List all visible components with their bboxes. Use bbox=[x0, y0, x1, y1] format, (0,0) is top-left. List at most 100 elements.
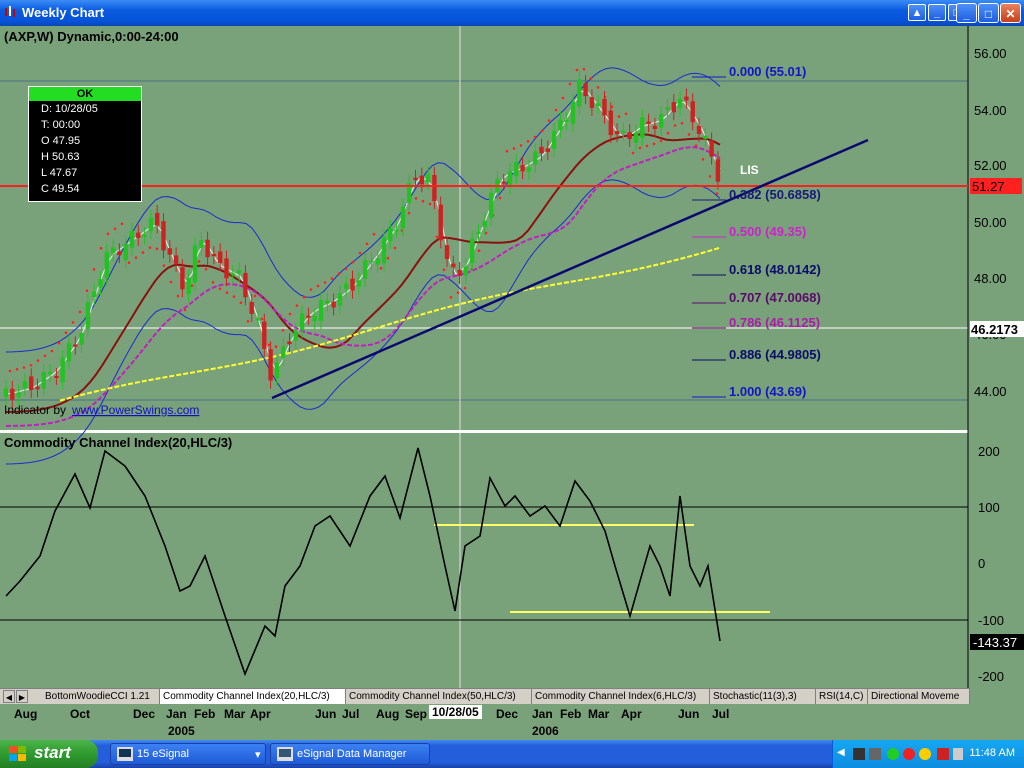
tray-app-icon[interactable] bbox=[853, 748, 865, 760]
candle-body bbox=[117, 251, 122, 256]
tab-cci-20[interactable]: Commodity Channel Index(20,HLC/3) bbox=[160, 689, 346, 704]
cci-line bbox=[5, 447, 721, 677]
tab-scroll-left-button[interactable]: ◀ bbox=[3, 690, 15, 703]
tray-icons[interactable] bbox=[853, 746, 963, 762]
candle-body bbox=[533, 151, 538, 165]
parabolic-sar-dot bbox=[358, 251, 362, 255]
fib-level-label: 0.618 (48.0142) bbox=[729, 262, 821, 277]
tab-cci-6[interactable]: Commodity Channel Index(6,HLC/3) bbox=[532, 689, 710, 704]
candle-body bbox=[444, 245, 450, 260]
minimize-button[interactable]: _ bbox=[956, 3, 977, 23]
parabolic-sar-dot bbox=[64, 331, 68, 335]
parabolic-sar-dot bbox=[36, 359, 40, 362]
fib-level-label: 0.886 (44.9805) bbox=[729, 347, 821, 362]
tray-app-icon[interactable] bbox=[953, 748, 963, 760]
candle-body bbox=[520, 165, 525, 172]
tray-app-icon[interactable] bbox=[869, 748, 881, 760]
tab-stochastic[interactable]: Stochastic(11(3),3) bbox=[710, 689, 816, 704]
parabolic-sar-dot bbox=[29, 364, 33, 367]
candle-body bbox=[104, 251, 109, 278]
candle-body bbox=[640, 117, 645, 138]
x-label: Aug bbox=[14, 707, 38, 721]
inner-minimize-button[interactable]: _ bbox=[928, 4, 946, 21]
panel-separator bbox=[0, 430, 968, 433]
parabolic-sar-dot bbox=[386, 256, 390, 260]
x-label: Dec bbox=[496, 707, 519, 721]
tray-app-icon[interactable] bbox=[887, 748, 899, 760]
price-chart-area[interactable]: 0.000 (55.01) 0.382 (50.6858) 0.500 (49.35… bbox=[0, 26, 1024, 688]
price-axis-label: 50.00 bbox=[974, 215, 1007, 230]
start-button[interactable]: start bbox=[0, 740, 98, 768]
candle-body bbox=[218, 251, 223, 264]
cci-axis-label: 0 bbox=[978, 556, 985, 571]
parabolic-sar-dot bbox=[463, 286, 467, 290]
tray-app-icon[interactable] bbox=[937, 748, 949, 760]
candle-body bbox=[614, 131, 620, 135]
windows-logo-icon bbox=[9, 746, 26, 761]
candle-body bbox=[596, 103, 601, 106]
x-label: Jun bbox=[678, 707, 700, 721]
candle-body bbox=[684, 96, 689, 101]
task-data-manager[interactable]: eSignal Data Manager bbox=[270, 743, 430, 765]
parabolic-sar-dot bbox=[281, 329, 285, 332]
candle-body bbox=[652, 125, 658, 130]
candle-body bbox=[476, 231, 481, 234]
tab-scroll-right-button[interactable]: ▶ bbox=[16, 690, 28, 703]
parabolic-sar-dot bbox=[162, 264, 166, 267]
maximize-button[interactable]: □ bbox=[978, 3, 999, 23]
tray-app-icon[interactable] bbox=[903, 748, 915, 760]
candle-body bbox=[180, 267, 185, 290]
candle-body bbox=[224, 258, 229, 279]
candle-body bbox=[621, 130, 626, 133]
close-button[interactable]: ✕ bbox=[1000, 3, 1021, 23]
parabolic-sar-dot bbox=[267, 343, 271, 347]
parabolic-sar-dot bbox=[442, 268, 446, 272]
parabolic-sar-dot bbox=[323, 281, 327, 284]
candle-body bbox=[205, 239, 210, 258]
parabolic-sar-dot bbox=[190, 284, 194, 288]
parabolic-sar-dot bbox=[540, 129, 544, 133]
parabolic-sar-dot bbox=[316, 284, 320, 288]
tab-rsi[interactable]: RSI(14,C) bbox=[816, 689, 868, 704]
fib-level-label: 1.000 (43.69) bbox=[729, 384, 806, 399]
parabolic-sar-dot bbox=[78, 310, 82, 314]
credit-link[interactable]: www.PowerSwings.com bbox=[71, 403, 199, 417]
parabolic-sar-dot bbox=[414, 197, 418, 200]
candle-body bbox=[703, 135, 708, 139]
candle-body bbox=[255, 318, 261, 321]
candle-body bbox=[287, 341, 292, 345]
parabolic-sar-dot bbox=[659, 139, 663, 143]
candle-body bbox=[274, 362, 280, 379]
candle-body bbox=[306, 315, 311, 318]
tab-cci-50[interactable]: Commodity Channel Index(50,HLC/3) bbox=[346, 689, 532, 704]
candle-body bbox=[155, 212, 160, 226]
tab-directional-movement[interactable]: Directional Moveme bbox=[868, 689, 970, 704]
tray-app-icon[interactable] bbox=[919, 748, 931, 760]
task-esignal[interactable]: 15 eSignal ▾ bbox=[110, 743, 266, 765]
candle-body bbox=[457, 269, 462, 277]
parabolic-sar-dot bbox=[71, 321, 75, 324]
parabolic-sar-dot bbox=[99, 246, 103, 250]
candle-body bbox=[123, 243, 128, 261]
parabolic-sar-dot bbox=[554, 108, 558, 112]
candle-body bbox=[136, 232, 141, 238]
data-window-date: D: 10/28/05 bbox=[41, 103, 98, 115]
tab-bottomwoodiecci[interactable]: BottomWoodieCCI 1.21 bbox=[42, 689, 160, 704]
scroll-up-button[interactable]: ▲ bbox=[908, 4, 926, 21]
chart-canvas[interactable]: 0.000 (55.01) 0.382 (50.6858) 0.500 (49.35… bbox=[0, 26, 1024, 688]
candle-body bbox=[608, 110, 613, 136]
parabolic-sar-dot bbox=[8, 369, 12, 373]
candle-body bbox=[199, 240, 204, 248]
candle-body bbox=[161, 221, 166, 251]
parabolic-sar-dot bbox=[302, 295, 306, 299]
price-axis-label: 48.00 bbox=[974, 271, 1007, 286]
candle-body bbox=[10, 388, 15, 400]
fibonacci-levels: 0.000 (55.01) 0.382 (50.6858) 0.500 (49.35… bbox=[692, 64, 821, 399]
current-price-tag: 51.27 bbox=[972, 179, 1005, 194]
candle-body bbox=[16, 392, 21, 397]
candle-body bbox=[192, 245, 198, 283]
candle-body bbox=[331, 301, 336, 308]
parabolic-sar-dot bbox=[505, 149, 509, 153]
tray-expand-icon[interactable]: ◀ bbox=[837, 747, 845, 758]
candle-body bbox=[646, 121, 651, 125]
